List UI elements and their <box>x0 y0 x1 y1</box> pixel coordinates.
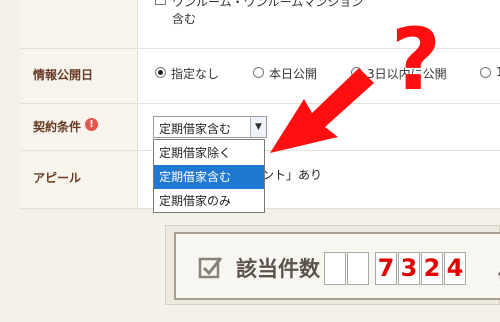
result-count-box: 該当件数 7 3 2 4 件 <box>165 225 500 305</box>
radio-no-preference[interactable] <box>155 67 166 78</box>
contract-condition-select[interactable]: 定期借家含む ▼ <box>153 116 267 138</box>
count-digit: 3 <box>398 252 420 285</box>
checkbox-icon <box>198 257 223 279</box>
count-digit <box>347 252 369 285</box>
contract-condition-label: 契約条件 <box>33 120 82 134</box>
count-digit: 4 <box>444 252 466 285</box>
room-type-label: ワンルーム・ワンルームマンション <box>172 0 364 9</box>
search-conditions-screen: ワンルーム・ワンルームマンション 含む 情報公開日 指定なし 本日公開 3日以内… <box>0 0 500 322</box>
info-disclosure-label: 情報公開日 <box>33 68 94 82</box>
count-digit: 2 <box>421 252 443 285</box>
red-arrow-annotation <box>270 68 374 153</box>
count-digit <box>324 252 346 285</box>
dropdown-option-include-fixed-term[interactable]: 定期借家含む <box>154 165 264 189</box>
dropdown-option-only-fixed-term[interactable]: 定期借家のみ <box>154 189 264 213</box>
radio-more-options[interactable] <box>480 67 491 78</box>
question-mark-annotation: ? <box>391 10 441 110</box>
appeal-label: アピール <box>33 171 82 185</box>
room-type-label-continued: 含む <box>172 12 197 26</box>
result-count-frame: 該当件数 7 3 2 4 件 <box>174 232 500 300</box>
info-icon[interactable]: ! <box>85 118 98 131</box>
dropdown-option-exclude-fixed-term[interactable]: 定期借家除く <box>154 141 264 165</box>
select-value: 定期借家含む <box>159 122 232 136</box>
arrow-shape <box>270 68 374 153</box>
count-digit: 7 <box>375 252 397 285</box>
contract-condition-dropdown: 定期借家除く 定期借家含む 定期借家のみ <box>153 139 265 213</box>
radio-no-preference-label: 指定なし <box>171 67 220 81</box>
room-type-checkbox[interactable] <box>155 0 166 5</box>
radio-more-options-label: 1 <box>496 65 500 79</box>
result-count-label: 該当件数 <box>236 257 320 281</box>
